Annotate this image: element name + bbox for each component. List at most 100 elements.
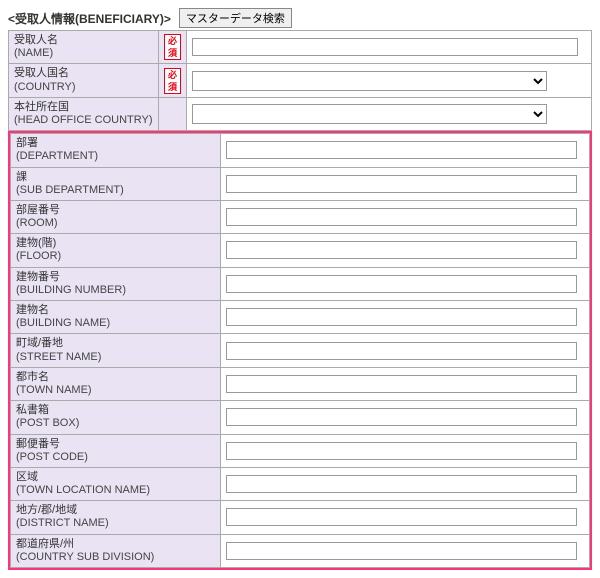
field-row-town-name: 都市名(TOWN NAME) [11,367,590,400]
label-en: (COUNTRY SUB DIVISION) [16,551,215,564]
input-cell-district-name [221,501,590,534]
floor-input[interactable] [226,241,577,259]
input-cell-post-box [221,401,590,434]
field-row-country-sub-div: 都道府県/州(COUNTRY SUB DIVISION) [11,534,590,567]
input-cell-department [221,134,590,167]
field-row-post-code: 郵便番号(POST CODE) [11,434,590,467]
post-code-input[interactable] [226,442,577,460]
building-number-input[interactable] [226,275,577,293]
label-building-number: 建物番号(BUILDING NUMBER) [11,267,221,300]
head-office-select[interactable] [192,104,547,124]
field-row-district-name: 地方/郡/地域(DISTRICT NAME) [11,501,590,534]
label-name: 受取人名(NAME) [9,31,159,64]
input-cell-street-name [221,334,590,367]
field-row-building-number: 建物番号(BUILDING NUMBER) [11,267,590,300]
input-cell-country [187,64,592,97]
label-en: (POST BOX) [16,417,215,430]
label-head-office: 本社所在国(HEAD OFFICE COUNTRY) [9,97,159,130]
required-badge: 必須 [164,68,181,94]
label-en: (DISTRICT NAME) [16,517,215,530]
label-en: (POST CODE) [16,451,215,464]
label-en: (ROOM) [16,217,215,230]
label-country: 受取人国名(COUNTRY) [9,64,159,97]
label-jp: 受取人国名 [14,67,153,80]
building-name-input[interactable] [226,308,577,326]
input-cell-town-name [221,367,590,400]
label-jp: 区域 [16,471,215,484]
label-en: (NAME) [14,47,153,60]
sub-department-input[interactable] [226,175,577,193]
address-highlight-box: 部署(DEPARTMENT)課(SUB DEPARTMENT)部屋番号(ROOM… [8,131,592,570]
input-cell-building-number [221,267,590,300]
field-row-floor: 建物(階)(FLOOR) [11,234,590,267]
label-en: (BUILDING NAME) [16,317,215,330]
field-row-post-box: 私書箱(POST BOX) [11,401,590,434]
field-row-street-name: 町域/番地(STREET NAME) [11,334,590,367]
department-input[interactable] [226,141,577,159]
field-row-name: 受取人名(NAME)必須 [9,31,592,64]
label-jp: 建物名 [16,304,215,317]
label-en: (HEAD OFFICE COUNTRY) [14,114,153,127]
label-en: (STREET NAME) [16,351,215,364]
label-room: 部屋番号(ROOM) [11,200,221,233]
input-cell-sub-department [221,167,590,200]
input-cell-post-code [221,434,590,467]
label-en: (TOWN LOCATION NAME) [16,484,215,497]
label-jp: 建物(階) [16,237,215,250]
field-row-department: 部署(DEPARTMENT) [11,134,590,167]
input-cell-head-office [187,97,592,130]
label-jp: 地方/郡/地域 [16,504,215,517]
label-jp: 都市名 [16,371,215,384]
field-row-room: 部屋番号(ROOM) [11,200,590,233]
label-building-name: 建物名(BUILDING NAME) [11,301,221,334]
label-jp: 都道府県/州 [16,538,215,551]
label-district-name: 地方/郡/地域(DISTRICT NAME) [11,501,221,534]
field-row-building-name: 建物名(BUILDING NAME) [11,301,590,334]
input-cell-floor [221,234,590,267]
label-en: (COUNTRY) [14,81,153,94]
input-cell-town-location [221,467,590,500]
label-department: 部署(DEPARTMENT) [11,134,221,167]
label-floor: 建物(階)(FLOOR) [11,234,221,267]
field-row-country: 受取人国名(COUNTRY)必須 [9,64,592,97]
label-en: (SUB DEPARTMENT) [16,184,215,197]
country-sub-div-input[interactable] [226,542,577,560]
input-cell-room [221,200,590,233]
label-jp: 課 [16,171,215,184]
required-cell-head-office [159,97,187,130]
beneficiary-address-table: 部署(DEPARTMENT)課(SUB DEPARTMENT)部屋番号(ROOM… [10,133,590,568]
label-country-sub-div: 都道府県/州(COUNTRY SUB DIVISION) [11,534,221,567]
required-cell-country: 必須 [159,64,187,97]
label-jp: 本社所在国 [14,101,153,114]
required-badge: 必須 [164,34,181,60]
label-jp: 郵便番号 [16,438,215,451]
field-row-town-location: 区域(TOWN LOCATION NAME) [11,467,590,500]
label-town-location: 区域(TOWN LOCATION NAME) [11,467,221,500]
label-jp: 部署 [16,137,215,150]
input-cell-name [187,31,592,64]
label-post-code: 郵便番号(POST CODE) [11,434,221,467]
label-jp: 部屋番号 [16,204,215,217]
label-jp: 受取人名 [14,34,153,47]
label-en: (FLOOR) [16,250,215,263]
room-input[interactable] [226,208,577,226]
label-jp: 町域/番地 [16,337,215,350]
town-name-input[interactable] [226,375,577,393]
country-select[interactable] [192,71,547,91]
district-name-input[interactable] [226,508,577,526]
label-street-name: 町域/番地(STREET NAME) [11,334,221,367]
input-cell-building-name [221,301,590,334]
name-input[interactable] [192,38,578,56]
master-data-search-button[interactable]: マスターデータ検索 [179,8,292,28]
section-title: <受取人情報(BENEFICIARY)> [8,10,171,27]
post-box-input[interactable] [226,408,577,426]
label-town-name: 都市名(TOWN NAME) [11,367,221,400]
label-en: (DEPARTMENT) [16,150,215,163]
town-location-input[interactable] [226,475,577,493]
label-sub-department: 課(SUB DEPARTMENT) [11,167,221,200]
street-name-input[interactable] [226,342,577,360]
label-post-box: 私書箱(POST BOX) [11,401,221,434]
label-jp: 私書箱 [16,404,215,417]
required-cell-name: 必須 [159,31,187,64]
beneficiary-top-table: 受取人名(NAME)必須受取人国名(COUNTRY)必須本社所在国(HEAD O… [8,30,592,131]
